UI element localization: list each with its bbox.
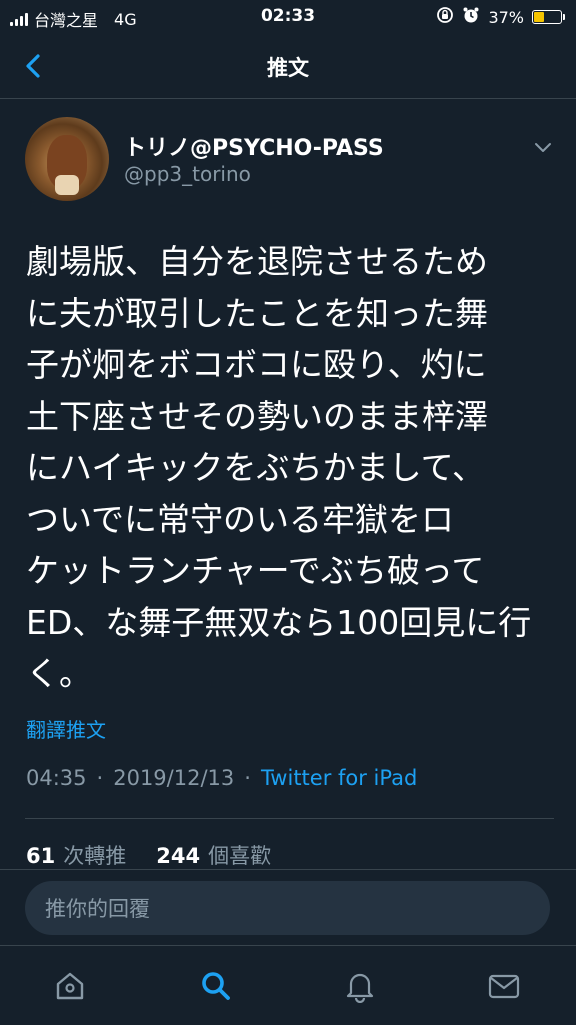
like-count[interactable]: 244	[156, 844, 200, 868]
display-name[interactable]: トリノ@PSYCHO-PASS	[124, 130, 384, 162]
meta-separator: ·	[96, 766, 104, 790]
tweet-text: 劇場版、自分を退院させるため に夫が取引したことを知った舞 子が炯をボコボコに殴…	[26, 242, 532, 693]
nav-bar: 推文	[0, 34, 576, 99]
tab-home[interactable]	[50, 966, 90, 1006]
tab-bar	[0, 945, 576, 1025]
battery-icon	[532, 10, 565, 24]
retweet-label[interactable]: 次轉推	[63, 840, 126, 870]
messages-icon	[488, 974, 520, 999]
chevron-down-icon	[535, 143, 551, 152]
like-label[interactable]: 個喜歡	[208, 840, 271, 870]
tweet-stats: 61 次轉推 244 個喜歡	[26, 840, 271, 870]
reply-input[interactable]	[43, 881, 537, 937]
tweet-options-button[interactable]	[532, 136, 554, 158]
battery-fill	[534, 12, 545, 22]
page-title: 推文	[267, 56, 309, 80]
reply-box[interactable]	[25, 881, 550, 937]
search-icon	[202, 972, 230, 1000]
rotation-lock-icon	[436, 6, 454, 28]
meta-separator: ·	[244, 766, 251, 790]
divider	[0, 869, 576, 870]
notifications-icon	[346, 973, 374, 1003]
tab-notifications[interactable]	[340, 966, 380, 1006]
divider	[25, 818, 554, 819]
alarm-icon	[462, 6, 480, 28]
tab-search[interactable]	[196, 966, 236, 1006]
status-right: 37%	[436, 6, 565, 28]
tweet-meta: 04:35 · 2019/12/13 · Twitter for iPad	[26, 766, 417, 790]
tweet-time: 04:35	[26, 766, 87, 790]
battery-percent: 37%	[488, 7, 524, 27]
translate-link[interactable]: 翻譯推文	[26, 714, 106, 743]
tab-messages[interactable]	[484, 966, 524, 1006]
tweet-date: 2019/12/13	[113, 766, 235, 790]
tweet-source-link[interactable]: Twitter for iPad	[261, 766, 417, 790]
avatar[interactable]	[25, 117, 109, 201]
home-icon	[56, 972, 84, 1000]
username[interactable]: @pp3_torino	[124, 162, 251, 186]
status-bar: 台灣之星 4G 02:33 37%	[0, 0, 576, 34]
retweet-count[interactable]: 61	[26, 844, 55, 868]
